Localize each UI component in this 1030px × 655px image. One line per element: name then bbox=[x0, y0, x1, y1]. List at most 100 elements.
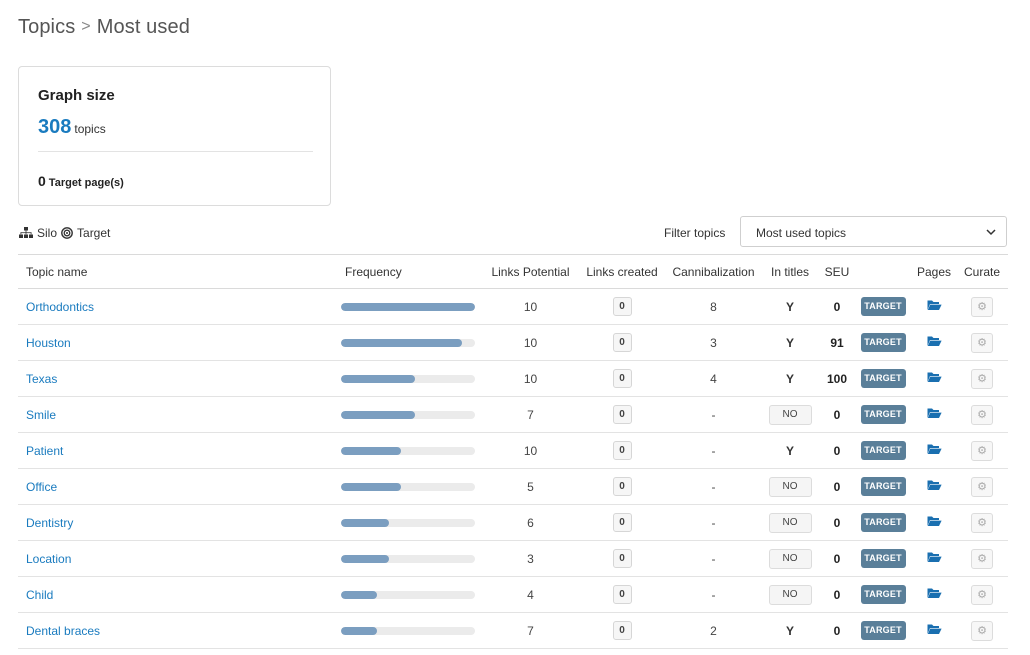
sitemap-icon bbox=[19, 227, 33, 238]
topic-link[interactable]: Dental braces bbox=[26, 624, 100, 638]
filter-topics-select[interactable]: Most used topics bbox=[740, 216, 1007, 247]
links-created-chip[interactable]: 0 bbox=[612, 477, 632, 496]
seu-value: 0 bbox=[820, 504, 854, 541]
seu-value: 0 bbox=[820, 576, 854, 613]
breadcrumb-current: Most used bbox=[96, 16, 190, 38]
frequency-bar-fill bbox=[341, 626, 378, 635]
cannibalization: - bbox=[667, 504, 760, 541]
gear-icon[interactable]: ⚙ bbox=[971, 332, 993, 353]
frequency-bar-fill bbox=[341, 518, 390, 527]
target-button[interactable]: TARGET bbox=[860, 513, 906, 532]
gear-icon[interactable]: ⚙ bbox=[971, 476, 993, 497]
links-potential: 4 bbox=[484, 576, 577, 613]
cannibalization: - bbox=[667, 468, 760, 505]
frequency-bar bbox=[341, 554, 475, 563]
topic-link[interactable]: Texas bbox=[26, 372, 57, 386]
frequency-bar-fill bbox=[341, 374, 415, 383]
links-created-chip[interactable]: 0 bbox=[612, 369, 632, 388]
col-links-created[interactable]: Links created bbox=[577, 254, 667, 289]
breadcrumb-root[interactable]: Topics bbox=[18, 16, 75, 38]
target-count: 0 Target page(s) bbox=[38, 173, 124, 189]
folder-open-icon[interactable] bbox=[927, 299, 942, 314]
in-titles-value: Y bbox=[785, 299, 794, 314]
topic-link[interactable]: Dentistry bbox=[26, 516, 73, 530]
seu-value: 0 bbox=[820, 288, 854, 325]
gear-icon[interactable]: ⚙ bbox=[971, 620, 993, 641]
topic-link[interactable]: Child bbox=[26, 588, 53, 602]
in-titles-no-button[interactable]: NO bbox=[768, 512, 812, 533]
target-button[interactable]: TARGET bbox=[860, 369, 906, 388]
folder-open-icon[interactable] bbox=[927, 443, 942, 458]
links-created-chip[interactable]: 0 bbox=[612, 621, 632, 640]
col-in-titles[interactable]: In titles bbox=[760, 254, 820, 289]
target-count-label: Target page(s) bbox=[48, 177, 124, 189]
col-frequency[interactable]: Frequency bbox=[337, 254, 484, 289]
frequency-bar bbox=[341, 518, 475, 527]
target-button[interactable]: TARGET bbox=[860, 477, 906, 496]
folder-open-icon[interactable] bbox=[927, 623, 942, 638]
target-button[interactable]: TARGET bbox=[860, 441, 906, 460]
table-row: Dentistry 6 0 - NO 0 TARGET ⚙ bbox=[18, 504, 1008, 541]
frequency-bar bbox=[341, 338, 475, 347]
col-seu[interactable]: SEU bbox=[820, 254, 854, 289]
card-title: Graph size bbox=[38, 87, 115, 104]
folder-open-icon[interactable] bbox=[927, 479, 942, 494]
frequency-bar-fill bbox=[341, 302, 475, 311]
topic-link[interactable]: Orthodontics bbox=[26, 300, 94, 314]
in-titles-no-button[interactable]: NO bbox=[768, 476, 812, 497]
col-cannibalization[interactable]: Cannibalization bbox=[667, 254, 760, 289]
folder-open-icon[interactable] bbox=[927, 335, 942, 350]
topic-link[interactable]: Smile bbox=[26, 408, 56, 422]
frequency-bar bbox=[341, 446, 475, 455]
links-created-chip[interactable]: 0 bbox=[612, 405, 632, 424]
links-created-chip[interactable]: 0 bbox=[612, 333, 632, 352]
cannibalization: 4 bbox=[667, 360, 760, 397]
table-header: Topic name Frequency Links Potential Lin… bbox=[18, 254, 1008, 289]
gear-icon[interactable]: ⚙ bbox=[971, 512, 993, 533]
folder-open-icon[interactable] bbox=[927, 515, 942, 530]
folder-open-icon[interactable] bbox=[927, 587, 942, 602]
folder-open-icon[interactable] bbox=[927, 551, 942, 566]
target-button[interactable]: TARGET bbox=[860, 405, 906, 424]
gear-icon[interactable]: ⚙ bbox=[971, 584, 993, 605]
topic-link[interactable]: Patient bbox=[26, 444, 63, 458]
in-titles-no-button[interactable]: NO bbox=[768, 404, 812, 425]
folder-open-icon[interactable] bbox=[927, 371, 942, 386]
target-count-number: 0 bbox=[38, 173, 46, 189]
links-created-chip[interactable]: 0 bbox=[612, 297, 632, 316]
links-created-chip[interactable]: 0 bbox=[612, 513, 632, 532]
gear-icon[interactable]: ⚙ bbox=[971, 404, 993, 425]
topic-link[interactable]: Location bbox=[26, 552, 71, 566]
topic-link[interactable]: Office bbox=[26, 480, 57, 494]
folder-open-icon[interactable] bbox=[927, 407, 942, 422]
col-target bbox=[854, 254, 912, 289]
gear-icon[interactable]: ⚙ bbox=[971, 296, 993, 317]
col-topic-name[interactable]: Topic name bbox=[18, 254, 337, 289]
seu-value: 0 bbox=[820, 468, 854, 505]
gear-icon[interactable]: ⚙ bbox=[971, 368, 993, 389]
table-row: Smile 7 0 - NO 0 TARGET ⚙ bbox=[18, 396, 1008, 433]
topic-link[interactable]: Houston bbox=[26, 336, 71, 350]
col-links-potential[interactable]: Links Potential bbox=[484, 254, 577, 289]
cannibalization: - bbox=[667, 576, 760, 613]
target-button[interactable]: TARGET bbox=[860, 621, 906, 640]
in-titles-no-button[interactable]: NO bbox=[768, 584, 812, 605]
links-potential: 7 bbox=[484, 612, 577, 649]
links-created-chip[interactable]: 0 bbox=[612, 441, 632, 460]
cannibalization: - bbox=[667, 432, 760, 469]
links-potential: 3 bbox=[484, 540, 577, 577]
in-titles-value: Y bbox=[785, 371, 794, 386]
links-created-chip[interactable]: 0 bbox=[612, 585, 632, 604]
target-button[interactable]: TARGET bbox=[860, 549, 906, 568]
target-button[interactable]: TARGET bbox=[860, 297, 906, 316]
col-curate: Curate bbox=[956, 254, 1008, 289]
target-button[interactable]: TARGET bbox=[860, 585, 906, 604]
links-created-chip[interactable]: 0 bbox=[612, 549, 632, 568]
in-titles-no-button[interactable]: NO bbox=[768, 548, 812, 569]
gear-icon[interactable]: ⚙ bbox=[971, 548, 993, 569]
target-button[interactable]: TARGET bbox=[860, 333, 906, 352]
gear-icon[interactable]: ⚙ bbox=[971, 440, 993, 461]
links-potential: 7 bbox=[484, 396, 577, 433]
frequency-bar-fill bbox=[341, 554, 390, 563]
frequency-bar bbox=[341, 302, 475, 311]
